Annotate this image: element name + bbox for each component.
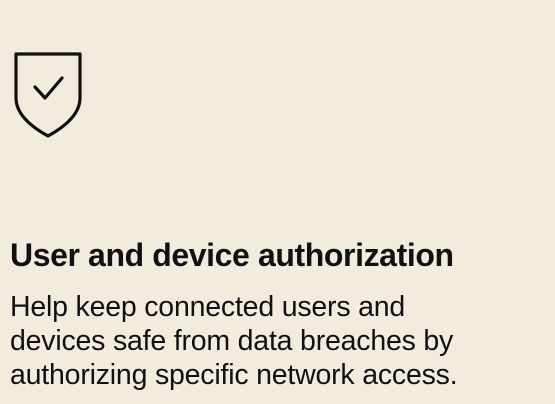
shield-check-icon — [10, 48, 86, 140]
feature-description: Help keep connected users and devices sa… — [10, 290, 555, 392]
feature-card: User and device authorization Help keep … — [0, 0, 555, 404]
feature-description-line: devices safe from data breaches by — [10, 325, 454, 357]
feature-description-line: authorizing specific network access. — [10, 359, 458, 391]
feature-description-line: Help keep connected users and — [10, 291, 406, 323]
feature-title: User and device authorization — [10, 237, 454, 273]
